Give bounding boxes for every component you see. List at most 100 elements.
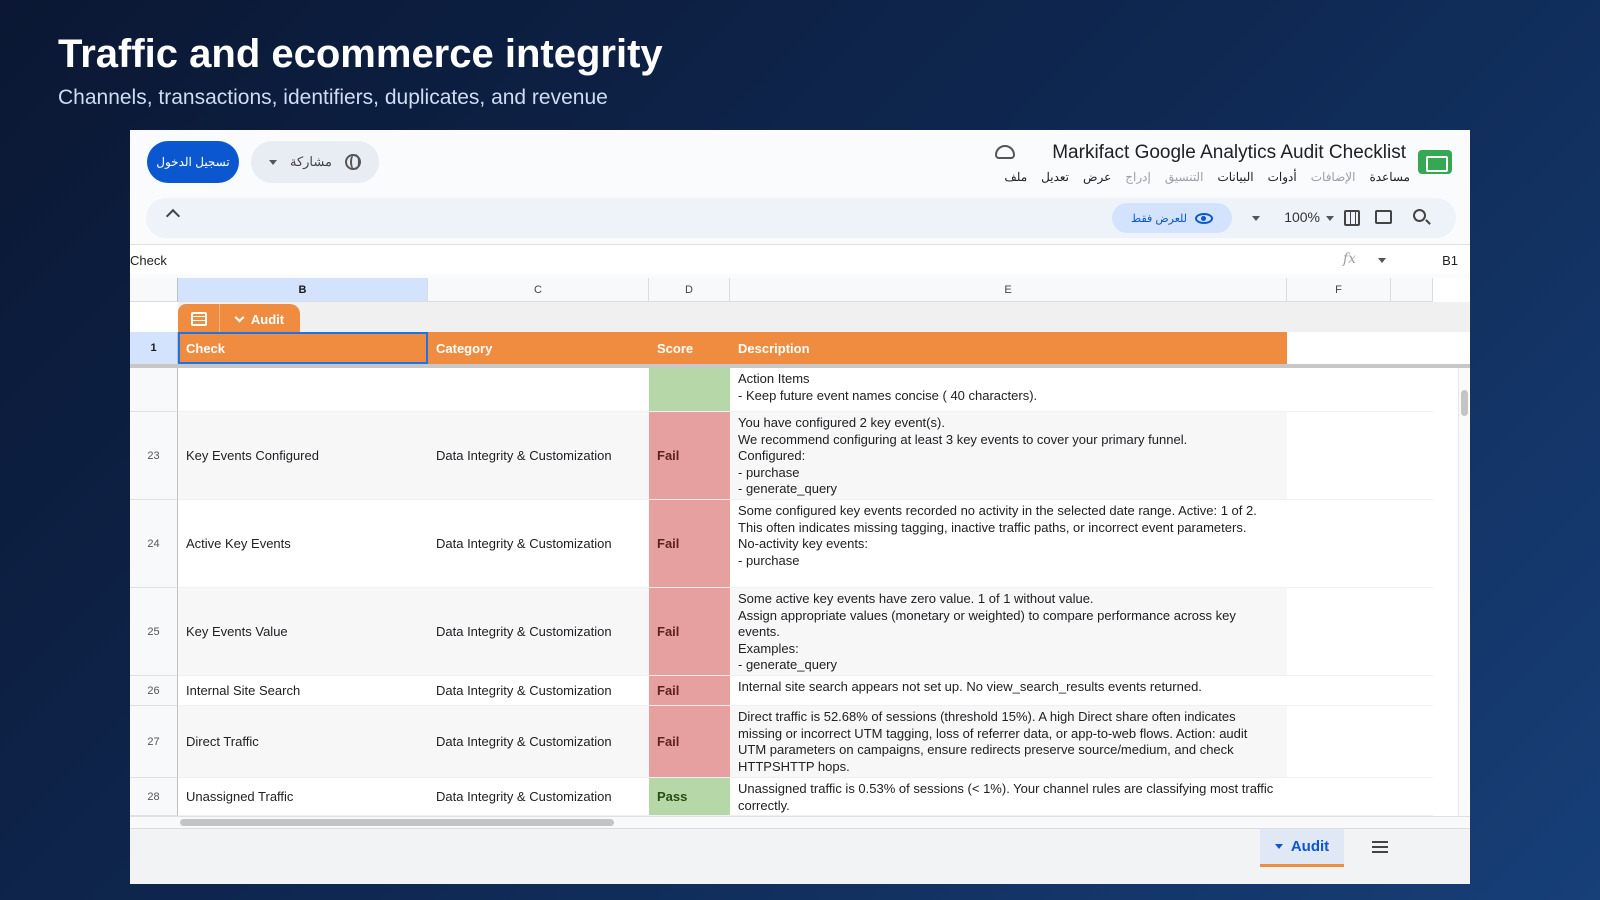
cell-check[interactable]: Internal Site Search	[178, 676, 428, 706]
search-icon[interactable]	[1413, 209, 1426, 222]
sheet-tab-label: Audit	[1290, 838, 1330, 855]
all-sheets-menu-icon[interactable]	[1372, 841, 1388, 853]
menu-item-2[interactable]: عرض	[1083, 170, 1111, 184]
cell-category[interactable]: Data Integrity & Customization	[428, 676, 649, 706]
bottom-bar: Audit	[130, 828, 1470, 884]
sheet-tab-caret-icon[interactable]	[1274, 844, 1283, 849]
table-header-row: Check Category Score Description	[178, 332, 1433, 364]
column-header-B[interactable]: B	[178, 278, 428, 302]
cell-score[interactable]: Pass	[649, 778, 730, 816]
menu-item-1[interactable]: تعديل	[1041, 170, 1069, 184]
cell-empty[interactable]	[1287, 588, 1433, 676]
header-cell-score[interactable]: Score	[649, 332, 730, 364]
cell-check[interactable]	[178, 368, 428, 412]
row-header[interactable]: 28	[130, 778, 178, 816]
name-box[interactable]: B1	[1442, 253, 1458, 268]
column-header-F[interactable]: F	[1287, 278, 1391, 302]
zoom-caret-icon[interactable]	[1326, 216, 1334, 221]
cell-description[interactable]: Some active key events have zero value. …	[730, 588, 1287, 676]
chevron-down-icon	[234, 312, 245, 322]
header-cell-category[interactable]: Category	[428, 332, 649, 364]
cell-category[interactable]: Data Integrity & Customization	[428, 588, 649, 676]
cell-category[interactable]: Data Integrity & Customization	[428, 412, 649, 500]
view-mode-caret-icon[interactable]	[1252, 216, 1260, 221]
cell-empty[interactable]	[1287, 412, 1433, 500]
table-name-label: Audit	[250, 311, 285, 327]
sign-in-button[interactable]: تسجيل الدخول	[147, 141, 239, 183]
header-cell-description[interactable]: Description	[730, 332, 1287, 364]
row-header[interactable]: 26	[130, 676, 178, 706]
cell-check[interactable]: Direct Traffic	[178, 706, 428, 778]
table-icon-button[interactable]	[178, 304, 220, 334]
cell-empty[interactable]	[1287, 500, 1433, 588]
table-row: Active Key Events Data Integrity & Custom…	[178, 500, 1433, 588]
cell-empty[interactable]	[1287, 368, 1433, 412]
cell-description[interactable]: Unassigned traffic is 0.53% of sessions …	[730, 778, 1287, 816]
menu-item-7[interactable]: الإضافات	[1311, 170, 1356, 184]
row-header[interactable]: 24	[130, 500, 178, 588]
horizontal-scroll-thumb[interactable]	[180, 819, 614, 826]
menu-item-6[interactable]: أدوات	[1268, 170, 1297, 184]
menu-item-3[interactable]: إدراج	[1125, 170, 1151, 184]
cell-score[interactable]	[649, 368, 730, 412]
cell-category[interactable]: Data Integrity & Customization	[428, 706, 649, 778]
select-all-corner[interactable]	[130, 278, 178, 302]
vertical-scroll-thumb[interactable]	[1461, 390, 1468, 416]
row-header[interactable]: 25	[130, 588, 178, 676]
menu-item-0[interactable]: ملف	[1004, 170, 1027, 184]
row-header[interactable]	[130, 368, 178, 412]
share-caret-icon[interactable]	[269, 159, 278, 165]
column-header-D[interactable]: D	[649, 278, 730, 302]
cell-description[interactable]: Some configured key events recorded no a…	[730, 500, 1287, 588]
column-header-extra[interactable]	[1391, 278, 1433, 302]
table-chip[interactable]: Audit	[178, 304, 300, 334]
cell-score[interactable]: Fail	[649, 588, 730, 676]
document-title[interactable]: Markifact Google Analytics Audit Checkli…	[1052, 142, 1406, 164]
cell-category[interactable]	[428, 368, 649, 412]
cell-score[interactable]: Fail	[649, 500, 730, 588]
menu-item-8[interactable]: مساعدة	[1369, 170, 1410, 184]
header-empty-cells[interactable]	[1287, 332, 1433, 364]
cell-score[interactable]: Fail	[649, 412, 730, 500]
vertical-scrollbar[interactable]	[1458, 368, 1470, 816]
cell-score[interactable]: Fail	[649, 706, 730, 778]
cell-check[interactable]: Key Events Value	[178, 588, 428, 676]
grid-format-icon[interactable]	[1344, 210, 1360, 226]
formula-bar: Check fx B1	[130, 244, 1470, 274]
header-cell-check[interactable]: Check	[178, 332, 428, 364]
sheet-tab-audit[interactable]: Audit	[1260, 829, 1344, 867]
formula-input[interactable]: Check	[130, 253, 167, 268]
row-header-1[interactable]: 1	[130, 332, 178, 364]
cell-check[interactable]: Unassigned Traffic	[178, 778, 428, 816]
print-icon[interactable]	[1375, 210, 1392, 224]
zoom-select[interactable]: 100%	[1284, 209, 1320, 225]
cell-description[interactable]: Internal site search appears not set up.…	[730, 676, 1287, 706]
menu-item-5[interactable]: البيانات	[1217, 170, 1253, 184]
row-header[interactable]: 27	[130, 706, 178, 778]
cell-empty[interactable]	[1287, 778, 1433, 816]
column-header-E[interactable]: E	[730, 278, 1287, 302]
cell-description[interactable]: You have configured 2 key event(s). We r…	[730, 412, 1287, 500]
menu-bar: ملف تعديل عرض إدراج التنسيق البيانات أدوات الإض…	[1004, 170, 1410, 184]
cell-description[interactable]: Action Items - Keep future event names c…	[730, 368, 1287, 412]
name-box-caret-icon[interactable]	[1378, 258, 1386, 263]
cell-category[interactable]: Data Integrity & Customization	[428, 500, 649, 588]
cell-check[interactable]: Key Events Configured	[178, 412, 428, 500]
horizontal-scrollbar[interactable]	[130, 816, 1470, 828]
cell-empty[interactable]	[1287, 676, 1433, 706]
cell-empty[interactable]	[1287, 706, 1433, 778]
view-only-badge[interactable]: للعرض فقط	[1112, 203, 1232, 233]
sheets-logo-icon[interactable]	[1418, 150, 1452, 174]
cell-description[interactable]: Direct traffic is 52.68% of sessions (th…	[730, 706, 1287, 778]
cell-check[interactable]: Active Key Events	[178, 500, 428, 588]
table-name-button[interactable]: Audit	[220, 304, 300, 334]
column-header-C[interactable]: C	[428, 278, 649, 302]
collapse-toolbar-icon[interactable]	[165, 208, 181, 224]
row-header[interactable]: 23	[130, 412, 178, 500]
cell-score[interactable]: Fail	[649, 676, 730, 706]
cell-category[interactable]: Data Integrity & Customization	[428, 778, 649, 816]
share-button[interactable]: مشاركة	[251, 141, 379, 183]
table-row: Key Events Value Data Integrity & Customi…	[178, 588, 1433, 676]
cloud-status-icon[interactable]	[995, 145, 1015, 159]
menu-item-4[interactable]: التنسيق	[1165, 170, 1204, 184]
